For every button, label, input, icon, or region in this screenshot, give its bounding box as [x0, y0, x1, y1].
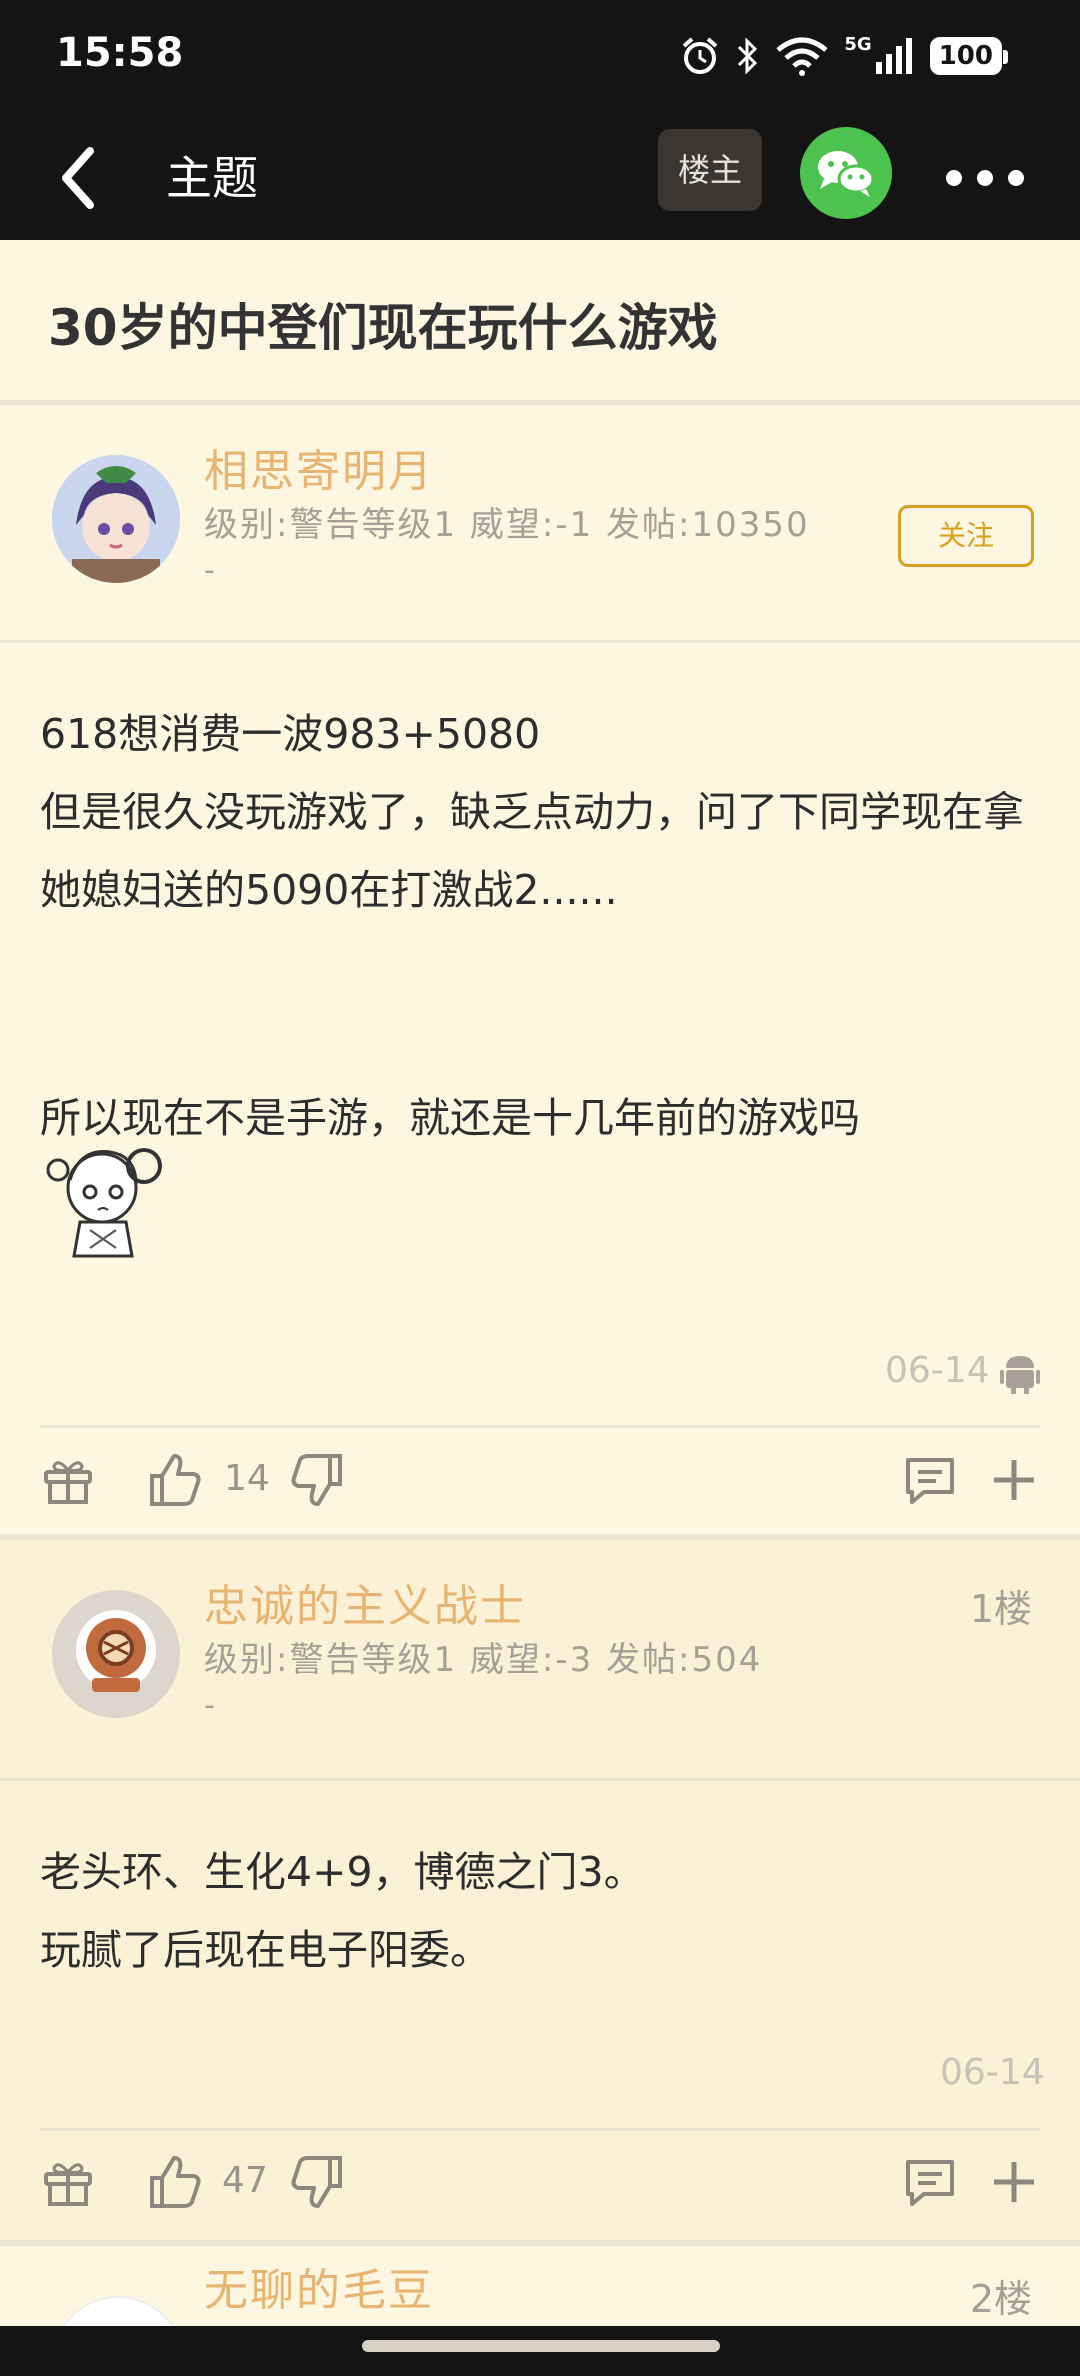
reply-post: 忠诚的主义战士 级别:警告等级1 威望:-3 发帖:504 - 1楼 老头环、生…: [0, 1540, 1080, 2240]
post-content-line: 所以现在不是手游，就还是十几年前的游戏吗: [40, 1094, 860, 1142]
thumbs-up-icon[interactable]: [144, 1450, 204, 1510]
reply-author-box: 忠诚的主义战士 级别:警告等级1 威望:-3 发帖:504 - 1楼: [0, 1540, 1080, 1781]
topic-header: 30岁的中登们现在玩什么游戏: [0, 240, 1080, 405]
like-count: 47: [222, 2160, 268, 2201]
post-username[interactable]: 相思寄明月: [204, 435, 434, 499]
thumbs-up-icon[interactable]: [144, 2152, 204, 2212]
status-bar: 15:58 5G 100: [0, 0, 1080, 115]
reply-content-line: 玩腻了后现在电子阳委。: [40, 1926, 491, 1974]
post-content-blank: [40, 929, 1040, 1079]
status-icons: 5G 100: [680, 33, 1009, 78]
bluetooth-icon: [738, 37, 758, 75]
post-action-bar: 14: [0, 1428, 1080, 1538]
like-count: 14: [224, 1458, 270, 1499]
post-main: 相思寄明月 级别:警告等级1 威望:-1 发帖:10350 - 关注 618想消…: [0, 405, 1080, 1535]
post-user-tag: -: [204, 553, 215, 588]
wifi-icon: [776, 37, 829, 76]
battery-icon: 100: [929, 37, 1009, 75]
reply-user-tag: -: [204, 1688, 215, 1723]
wechat-icon: [818, 151, 875, 197]
gift-icon[interactable]: [38, 2152, 98, 2212]
signal-icon: [875, 38, 912, 74]
avatar[interactable]: [52, 1590, 180, 1718]
post-content-line: 618想消费一波983+5080: [40, 710, 541, 758]
top-nav-bar: 主题 楼主: [0, 115, 1080, 240]
reply-post: 无聊的毛豆 2楼: [0, 2246, 1080, 2326]
comment-icon[interactable]: [900, 2152, 960, 2212]
avatar[interactable]: [52, 455, 180, 583]
plus-icon[interactable]: [984, 1450, 1044, 1510]
avatar-diving-helmet-image: [52, 1590, 180, 1718]
sticker-image: [46, 1148, 162, 1258]
reply-content: 老头环、生化4+9，博德之门3。 玩腻了后现在电子阳委。: [0, 1781, 1080, 1989]
reply-username[interactable]: 无聊的毛豆: [204, 2254, 434, 2318]
topic-title: 30岁的中登们现在玩什么游戏: [48, 299, 718, 357]
thumbs-down-icon[interactable]: [288, 1450, 348, 1510]
post-content: 618想消费一波983+5080 但是很久没玩游戏了，缺乏点动力，问了下同学现在…: [0, 643, 1080, 1157]
more-dots-icon[interactable]: [940, 153, 1030, 203]
status-time: 15:58: [56, 30, 184, 76]
alarm-icon: [683, 37, 718, 74]
network-type: 5G: [844, 33, 872, 55]
reply-content-line: 老头环、生化4+9，博德之门3。: [40, 1848, 645, 1896]
post-content-line: 但是很久没玩游戏了，缺乏点动力，问了下同学现在拿她媳妇送的5090在打激战2..…: [40, 788, 1024, 914]
nav-title: 主题: [166, 151, 258, 205]
reply-date: 06-14: [940, 2052, 1045, 2093]
avatar-anime-girl-image: [52, 455, 180, 583]
back-chevron-icon[interactable]: [52, 143, 112, 213]
reply-action-bar: 47: [0, 2130, 1080, 2240]
reply-user-info: 级别:警告等级1 威望:-3 发帖:504: [204, 1640, 763, 1680]
floor-number: 2楼: [969, 2277, 1032, 2321]
thumbs-down-icon[interactable]: [288, 2152, 348, 2212]
avatar[interactable]: [52, 2296, 184, 2326]
home-gesture-pill[interactable]: [362, 2340, 720, 2352]
gift-icon[interactable]: [38, 1450, 98, 1510]
plus-icon[interactable]: [984, 2152, 1044, 2212]
comment-icon[interactable]: [900, 1450, 960, 1510]
wechat-share-button[interactable]: [800, 127, 892, 219]
follow-button[interactable]: 关注: [898, 505, 1034, 567]
floor-number: 1楼: [969, 1587, 1032, 1631]
post-date: 06-14: [885, 1350, 990, 1391]
android-icon: [1000, 1356, 1040, 1394]
owner-only-button[interactable]: 楼主: [658, 129, 762, 211]
reply-username[interactable]: 忠诚的主义战士: [204, 1570, 526, 1634]
post-author-box: 相思寄明月 级别:警告等级1 威望:-1 发帖:10350 - 关注: [0, 405, 1080, 643]
post-user-info: 级别:警告等级1 威望:-1 发帖:10350: [204, 505, 810, 545]
